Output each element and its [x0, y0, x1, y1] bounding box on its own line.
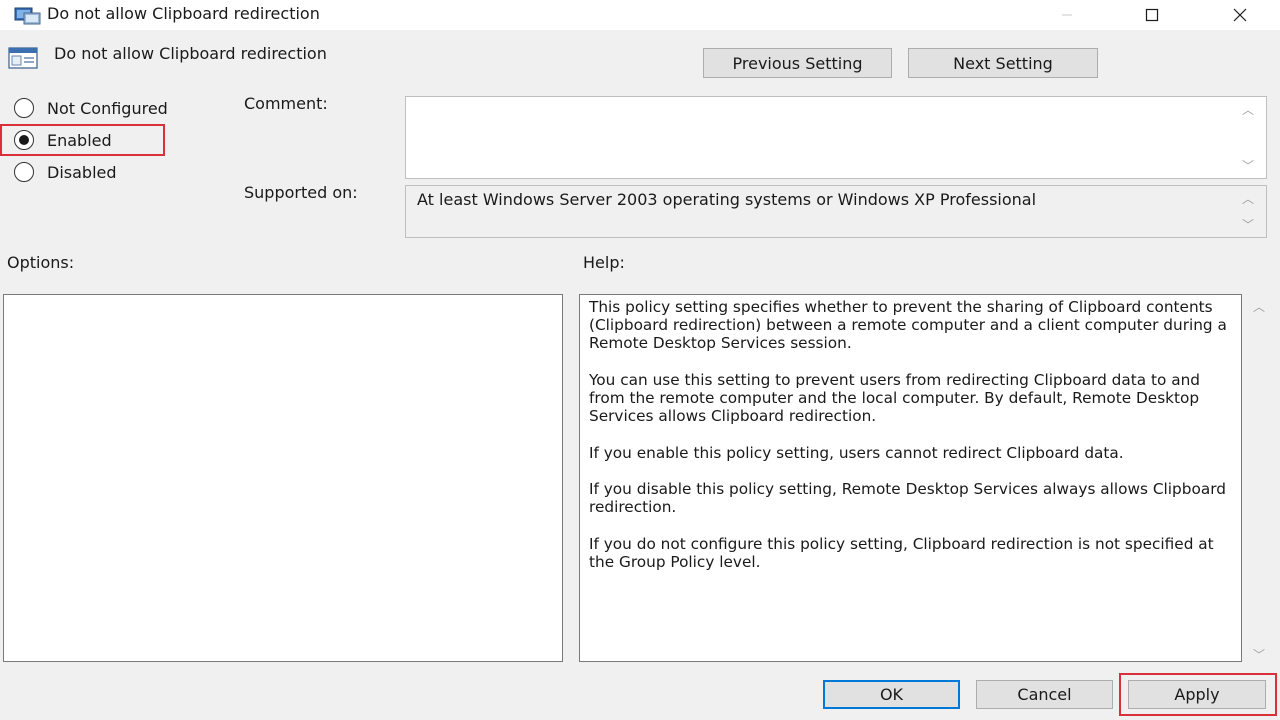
comment-label: Comment: — [244, 94, 328, 113]
close-icon — [1233, 8, 1247, 22]
radio-not-configured[interactable]: Not Configured — [14, 98, 168, 118]
supported-on-value: At least Windows Server 2003 operating s… — [417, 190, 1037, 209]
scroll-down-icon[interactable]: ﹀ — [1242, 216, 1254, 233]
scroll-up-icon[interactable]: ︿ — [1253, 298, 1265, 315]
scroll-down-icon[interactable]: ﹀ — [1253, 646, 1265, 663]
policy-setting-icon — [8, 47, 38, 69]
radio-circle[interactable] — [14, 162, 34, 182]
cancel-button[interactable]: Cancel — [976, 680, 1113, 709]
help-paragraph: If you enable this policy setting, users… — [589, 443, 1124, 462]
ok-button[interactable]: OK — [823, 680, 960, 709]
radio-circle[interactable] — [14, 98, 34, 118]
policy-name: Do not allow Clipboard redirection — [54, 44, 327, 63]
help-panel: This policy setting specifies whether to… — [579, 294, 1242, 662]
apply-highlight-box — [1119, 673, 1277, 716]
supported-on-field: At least Windows Server 2003 operating s… — [405, 185, 1267, 238]
radio-label: Not Configured — [47, 98, 168, 118]
help-label: Help: — [583, 253, 625, 272]
scroll-up-icon[interactable]: ︿ — [1242, 190, 1254, 207]
options-panel — [3, 294, 563, 662]
title-bar: Do not allow Clipboard redirection — [0, 0, 1280, 30]
scroll-down-icon[interactable]: ﹀ — [1242, 157, 1254, 174]
help-paragraph: If you disable this policy setting, Remo… — [589, 479, 1226, 517]
scroll-up-icon[interactable]: ︿ — [1242, 101, 1254, 118]
minimize-button[interactable] — [1044, 0, 1090, 30]
supported-on-label: Supported on: — [244, 183, 358, 202]
options-label: Options: — [7, 253, 75, 272]
minimize-icon — [1062, 14, 1072, 16]
radio-disabled[interactable]: Disabled — [14, 162, 117, 182]
help-paragraph: You can use this setting to prevent user… — [589, 370, 1201, 426]
help-paragraph: This policy setting specifies whether to… — [589, 298, 1227, 353]
enabled-highlight-box — [0, 124, 165, 156]
maximize-icon — [1145, 8, 1159, 22]
maximize-button[interactable] — [1129, 0, 1175, 30]
next-setting-button[interactable]: Next Setting — [908, 48, 1098, 78]
previous-setting-button[interactable]: Previous Setting — [703, 48, 892, 78]
help-paragraph: If you do not configure this policy sett… — [589, 534, 1214, 571]
policy-icon — [14, 7, 41, 25]
comment-textarea[interactable]: ︿ ﹀ — [405, 96, 1267, 179]
window-title: Do not allow Clipboard redirection — [47, 4, 320, 23]
close-button[interactable] — [1217, 0, 1263, 30]
radio-label: Disabled — [47, 162, 117, 182]
